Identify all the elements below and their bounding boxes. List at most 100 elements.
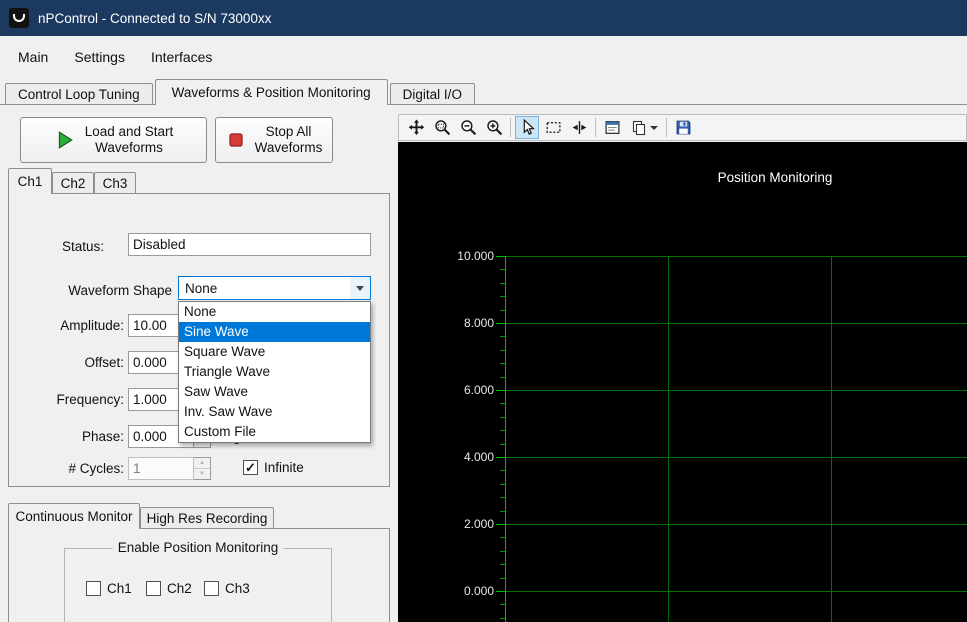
window-title: nPControl - Connected to S/N 73000xx bbox=[38, 10, 272, 26]
combo-arrow-zone[interactable] bbox=[350, 277, 370, 299]
offset-label: Offset: bbox=[84, 355, 124, 370]
tab-continuous-monitor[interactable]: Continuous Monitor bbox=[8, 503, 140, 529]
menu-bar: Main Settings Interfaces bbox=[0, 36, 967, 78]
copy-dropdown-arrow-icon[interactable] bbox=[649, 125, 658, 130]
dropdown-option-none[interactable]: None bbox=[179, 302, 370, 322]
selection-box-icon bbox=[545, 122, 561, 133]
dropdown-option-saw-wave[interactable]: Saw Wave bbox=[179, 382, 370, 402]
cursor-tool-icon bbox=[572, 121, 586, 134]
cursor-tool-button[interactable] bbox=[567, 116, 591, 139]
menu-main[interactable]: Main bbox=[5, 36, 61, 78]
tab-ch2[interactable]: Ch2 bbox=[52, 172, 94, 194]
status-field[interactable]: Disabled bbox=[128, 233, 371, 256]
y-tick-label: 8.000 bbox=[463, 316, 494, 330]
chart-title: Position Monitoring bbox=[717, 170, 833, 185]
dropdown-option-sine-wave[interactable]: Sine Wave bbox=[179, 322, 370, 342]
gridline-horizontal bbox=[505, 323, 967, 324]
y-axis-minor-tick bbox=[500, 310, 505, 311]
gridline-horizontal bbox=[505, 591, 967, 592]
stop-button-label: Stop All Waveforms bbox=[255, 124, 323, 156]
properties-button[interactable] bbox=[600, 116, 624, 139]
tab-waveforms-position-monitoring[interactable]: Waveforms & Position Monitoring bbox=[154, 79, 388, 105]
position-monitoring-chart[interactable]: Position Monitoring 10.000 8.000 6.000 4… bbox=[398, 142, 967, 622]
load-button-label: Load and Start Waveforms bbox=[85, 124, 174, 156]
infinite-label: Infinite bbox=[264, 460, 304, 475]
dropdown-option-inv-saw-wave[interactable]: Inv. Saw Wave bbox=[179, 402, 370, 422]
npoint-logo-icon bbox=[13, 14, 25, 22]
y-axis-minor-tick bbox=[500, 269, 505, 270]
pan-icon bbox=[408, 119, 424, 136]
status-label: Status: bbox=[61, 239, 104, 254]
tab-ch1[interactable]: Ch1 bbox=[8, 168, 52, 194]
stop-icon bbox=[229, 133, 243, 147]
copy-icon bbox=[632, 120, 645, 135]
y-axis bbox=[505, 256, 506, 622]
pointer-tool-button[interactable] bbox=[515, 116, 539, 139]
cycles-field[interactable]: 1 bbox=[128, 457, 194, 480]
zoom-out-button[interactable] bbox=[456, 116, 480, 139]
gridline-vertical bbox=[831, 256, 832, 622]
monitor-ch1-label: Ch1 bbox=[107, 581, 132, 596]
y-axis-major-tick bbox=[496, 256, 505, 257]
save-button[interactable] bbox=[671, 116, 695, 139]
tab-digital-io[interactable]: Digital I/O bbox=[389, 83, 475, 105]
y-axis-major-tick bbox=[496, 524, 505, 525]
y-axis-minor-tick bbox=[500, 618, 505, 619]
monitor-ch3-checkbox[interactable] bbox=[204, 581, 219, 596]
select-region-tool-button[interactable] bbox=[541, 116, 565, 139]
y-axis-minor-tick bbox=[500, 444, 505, 445]
spin-down-icon[interactable]: ▼ bbox=[194, 469, 210, 479]
tab-ch3[interactable]: Ch3 bbox=[94, 172, 136, 194]
save-icon bbox=[676, 120, 690, 135]
copy-button[interactable] bbox=[626, 116, 662, 139]
cycles-spinner[interactable]: ▲ ▼ bbox=[194, 457, 211, 480]
infinite-checkbox[interactable]: ✓ bbox=[243, 460, 258, 475]
zoom-in-icon bbox=[486, 120, 502, 136]
menu-settings[interactable]: Settings bbox=[61, 36, 138, 78]
load-button-label-line2: Waveforms bbox=[95, 140, 163, 155]
toolbar-separator bbox=[595, 118, 596, 137]
pan-tool-button[interactable] bbox=[404, 116, 428, 139]
gridline-horizontal bbox=[505, 524, 967, 525]
dropdown-option-square-wave[interactable]: Square Wave bbox=[179, 342, 370, 362]
properties-icon bbox=[604, 121, 620, 134]
y-axis-minor-tick bbox=[500, 336, 505, 337]
waveform-shape-combobox[interactable]: None bbox=[178, 276, 371, 300]
y-axis-minor-tick bbox=[500, 497, 505, 498]
monitor-ch3-label: Ch3 bbox=[225, 581, 250, 596]
y-axis-minor-tick bbox=[500, 537, 505, 538]
zoom-in-button[interactable] bbox=[482, 116, 506, 139]
toolbar-separator bbox=[666, 118, 667, 137]
y-axis-minor-tick bbox=[500, 430, 505, 431]
gridline-horizontal bbox=[505, 390, 967, 391]
monitor-ch2-checkbox[interactable] bbox=[146, 581, 161, 596]
chevron-down-icon bbox=[356, 285, 364, 291]
menu-interfaces[interactable]: Interfaces bbox=[138, 36, 225, 78]
zoom-window-icon bbox=[434, 120, 450, 136]
monitor-ch1-checkbox[interactable] bbox=[86, 581, 101, 596]
monitor-ch2-label: Ch2 bbox=[167, 581, 192, 596]
phase-label: Phase: bbox=[81, 429, 124, 444]
dropdown-option-triangle-wave[interactable]: Triangle Wave bbox=[179, 362, 370, 382]
waveform-shape-value: None bbox=[185, 280, 218, 296]
y-axis-minor-tick bbox=[500, 564, 505, 565]
y-axis-major-tick bbox=[496, 390, 505, 391]
load-and-start-waveforms-button[interactable]: Load and Start Waveforms bbox=[20, 117, 207, 163]
y-axis-minor-tick bbox=[500, 551, 505, 552]
stop-all-waveforms-button[interactable]: Stop All Waveforms bbox=[215, 117, 333, 163]
y-axis-minor-tick bbox=[500, 484, 505, 485]
gridline-horizontal bbox=[505, 457, 967, 458]
toolbar-separator bbox=[510, 118, 511, 137]
y-axis-minor-tick bbox=[500, 283, 505, 284]
frequency-label: Frequency: bbox=[56, 392, 124, 407]
spin-up-icon[interactable]: ▲ bbox=[194, 458, 210, 469]
tab-high-res-recording[interactable]: High Res Recording bbox=[140, 507, 274, 529]
load-button-label-line1: Load and Start bbox=[84, 124, 174, 139]
tab-control-loop-tuning[interactable]: Control Loop Tuning bbox=[5, 83, 153, 105]
y-axis-minor-tick bbox=[500, 511, 505, 512]
waveform-shape-label: Waveform Shape bbox=[68, 283, 172, 298]
app-window: nPControl - Connected to S/N 73000xx Mai… bbox=[0, 0, 967, 622]
y-tick-label: 2.000 bbox=[463, 517, 494, 531]
dropdown-option-custom-file[interactable]: Custom File bbox=[179, 422, 370, 442]
zoom-window-tool-button[interactable] bbox=[430, 116, 454, 139]
